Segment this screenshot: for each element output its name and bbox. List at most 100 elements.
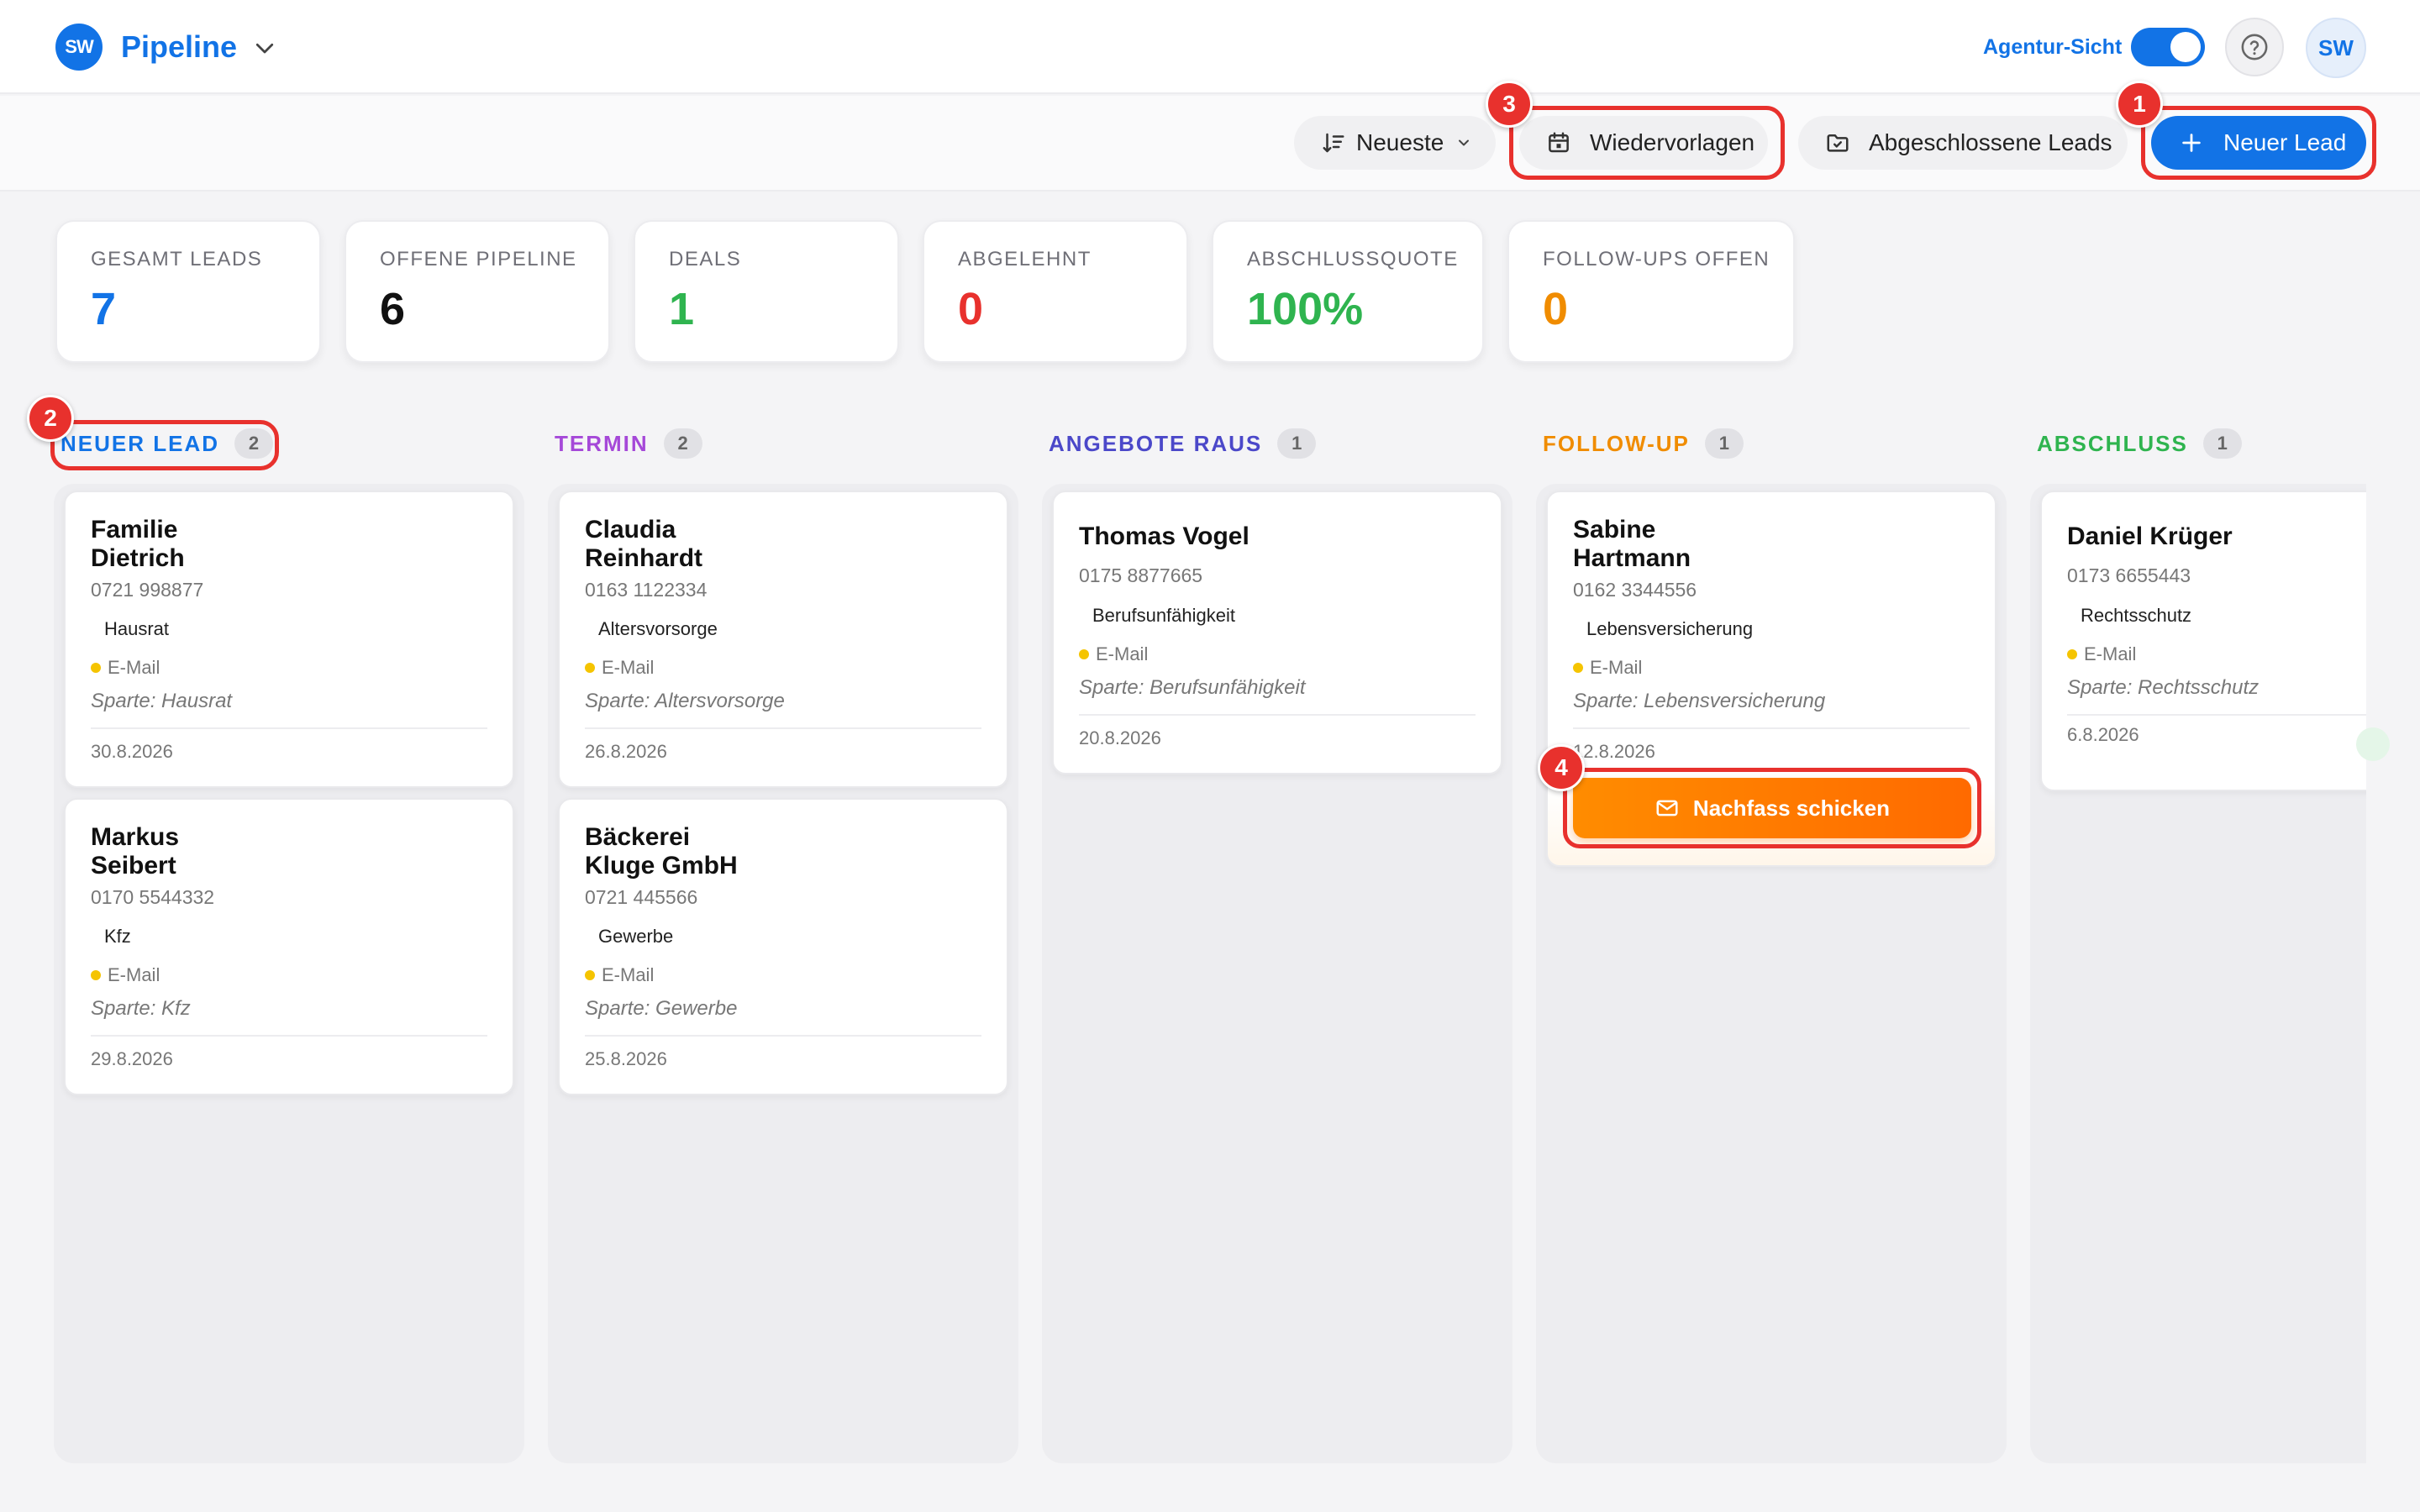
lead-name: Daniel Krüger: [2067, 522, 2233, 550]
lead-name-line: Seibert: [91, 852, 176, 879]
source-dot: [585, 970, 595, 980]
lead-card[interactable]: Claudia Reinhardt 0163 1122334 Altersvor…: [558, 491, 1008, 788]
help-button[interactable]: [2225, 18, 2284, 76]
lead-sparte: Sparte: Kfz: [91, 997, 191, 1020]
stat-card-gesamt-leads: GESAMT LEADS 7: [55, 220, 321, 363]
source-dot: [585, 663, 595, 673]
lead-tag: Rechtsschutz: [2081, 605, 2192, 626]
lead-source: E-Mail: [585, 963, 654, 988]
stat-card-abgelehnt: ABGELEHNT 0: [923, 220, 1188, 363]
lead-source: E-Mail: [1079, 642, 1148, 667]
sort-icon: [1323, 133, 1344, 153]
stat-label: ABSCHLUSSQUOTE: [1247, 248, 1459, 270]
lead-date: 26.8.2026: [585, 741, 667, 762]
lead-source-label: E-Mail: [108, 657, 160, 678]
lead-source-label: E-Mail: [1590, 657, 1643, 678]
lead-card[interactable]: Daniel Krüger 0173 6655443 Rechtsschutz …: [2040, 491, 2366, 791]
lead-name-line: Hartmann: [1573, 544, 1691, 572]
abgeschlossene-leads-button[interactable]: Abgeschlossene Leads: [1798, 116, 2128, 170]
sort-label: Neueste: [1356, 129, 1444, 155]
lead-name: Bäckerei Kluge GmbH: [585, 823, 738, 880]
lead-tag: Hausrat: [104, 618, 170, 639]
lead-source: E-Mail: [91, 963, 160, 988]
annotation-badge-4: 4: [1538, 744, 1585, 791]
stat-value: 1: [669, 284, 695, 334]
lead-phone: 0173 6655443: [2067, 564, 2191, 586]
lead-card[interactable]: Familie Dietrich 0721 998877 Hausrat E-M…: [64, 491, 514, 788]
lead-tag: Berufsunfähigkeit: [1092, 605, 1235, 626]
column-abschluss: ABSCHLUSS 1 Daniel Krüger 0173 6655443 R…: [2030, 420, 2366, 1463]
lead-date: 30.8.2026: [91, 741, 173, 762]
lead-card[interactable]: Markus Seibert 0170 5544332 Kfz E-Mail S…: [64, 798, 514, 1095]
stat-card-deals: DEALS 1: [634, 220, 899, 363]
column-follow-up: FOLLOW-UP 1 Sabine Hartmann 0162 3344556…: [1536, 420, 2007, 1463]
column-count: 2: [663, 428, 702, 459]
lead-source-label: E-Mail: [602, 657, 655, 678]
annotation-badge-1: 1: [2116, 81, 2163, 128]
card-divider: [91, 727, 487, 729]
stat-label: FOLLOW-UPS OFFEN: [1543, 248, 1770, 270]
lead-name-line: Familie: [91, 516, 178, 543]
lead-source: E-Mail: [91, 655, 160, 680]
lead-phone: 0175 8877665: [1079, 564, 1203, 586]
column-title: ANGEBOTE RAUS: [1049, 430, 1263, 456]
column-title: TERMIN: [555, 430, 649, 456]
avatar[interactable]: SW: [2306, 18, 2366, 78]
agentur-sicht-toggle[interactable]: [2131, 28, 2205, 66]
lead-name: Familie Dietrich: [91, 516, 185, 573]
column-count: 1: [2202, 428, 2242, 459]
lead-sparte: Sparte: Gewerbe: [585, 997, 738, 1020]
lead-name: Markus Seibert: [91, 823, 179, 880]
page-title[interactable]: Pipeline: [121, 27, 237, 67]
lead-name: Thomas Vogel: [1079, 522, 1249, 550]
lead-sparte: Sparte: Altersvorsorge: [585, 690, 785, 712]
lead-phone: 0162 3344556: [1573, 579, 1697, 601]
column-header: ANGEBOTE RAUS 1: [1049, 420, 1317, 467]
lead-phone: 0163 1122334: [585, 579, 708, 601]
stat-label: ABGELEHNT: [958, 248, 1092, 270]
lead-name-line: Markus: [91, 823, 180, 851]
source-dot: [1079, 649, 1089, 659]
stat-label: OFFENE PIPELINE: [380, 248, 577, 270]
column-title: FOLLOW-UP: [1543, 430, 1690, 456]
agentur-sicht-label: Agentur-Sicht: [1983, 35, 2123, 59]
app-logo[interactable]: SW: [55, 24, 103, 71]
status-indicator: [2356, 727, 2390, 761]
toggle-knob: [2170, 32, 2201, 62]
lead-name: Claudia Reinhardt: [585, 516, 702, 573]
lead-source: E-Mail: [1573, 655, 1642, 680]
column-title: ABSCHLUSS: [2037, 430, 2188, 456]
stat-label: DEALS: [669, 248, 742, 270]
card-divider: [1079, 714, 1476, 716]
column-count: 1: [1704, 428, 1744, 459]
lead-card[interactable]: Thomas Vogel 0175 8877665 Berufsunfähigk…: [1052, 491, 1502, 774]
source-dot: [1573, 663, 1583, 673]
card-divider: [585, 727, 981, 729]
lead-source-label: E-Mail: [1096, 643, 1149, 664]
stat-value: 0: [958, 284, 984, 334]
lead-name-line: Reinhardt: [585, 544, 703, 572]
sort-dropdown[interactable]: Neueste: [1294, 116, 1496, 170]
annotation-badge-2: 2: [27, 395, 74, 442]
column-count: 1: [1277, 428, 1317, 459]
chevron-down-icon[interactable]: [252, 35, 277, 60]
column-neuer-lead: NEUER LEAD 2 Familie Dietrich 0721 99887…: [54, 420, 524, 1463]
highlight-neuer-lead-column: [50, 420, 279, 470]
lead-card[interactable]: Bäckerei Kluge GmbH 0721 445566 Gewerbe …: [558, 798, 1008, 1095]
abgeschlossene-leads-label: Abgeschlossene Leads: [1869, 129, 2112, 155]
card-divider: [2067, 714, 2366, 716]
card-divider: [585, 1035, 981, 1037]
lead-sparte: Sparte: Rechtsschutz: [2067, 676, 2260, 699]
lead-phone: 0721 445566: [585, 886, 698, 908]
lead-name-line: Dietrich: [91, 544, 185, 572]
card-divider: [91, 1035, 487, 1037]
lead-date: 29.8.2026: [91, 1048, 173, 1069]
stat-card-abschlussquote: ABSCHLUSSQUOTE 100%: [1212, 220, 1484, 363]
lead-date: 20.8.2026: [1079, 727, 1161, 748]
stat-value: 7: [91, 284, 117, 334]
lead-name-line: Claudia: [585, 516, 676, 543]
lead-date: 25.8.2026: [585, 1048, 667, 1069]
lead-sparte: Sparte: Berufsunfähigkeit: [1079, 676, 1306, 699]
lead-source: E-Mail: [585, 655, 654, 680]
lead-tag: Lebensversicherung: [1586, 618, 1754, 639]
